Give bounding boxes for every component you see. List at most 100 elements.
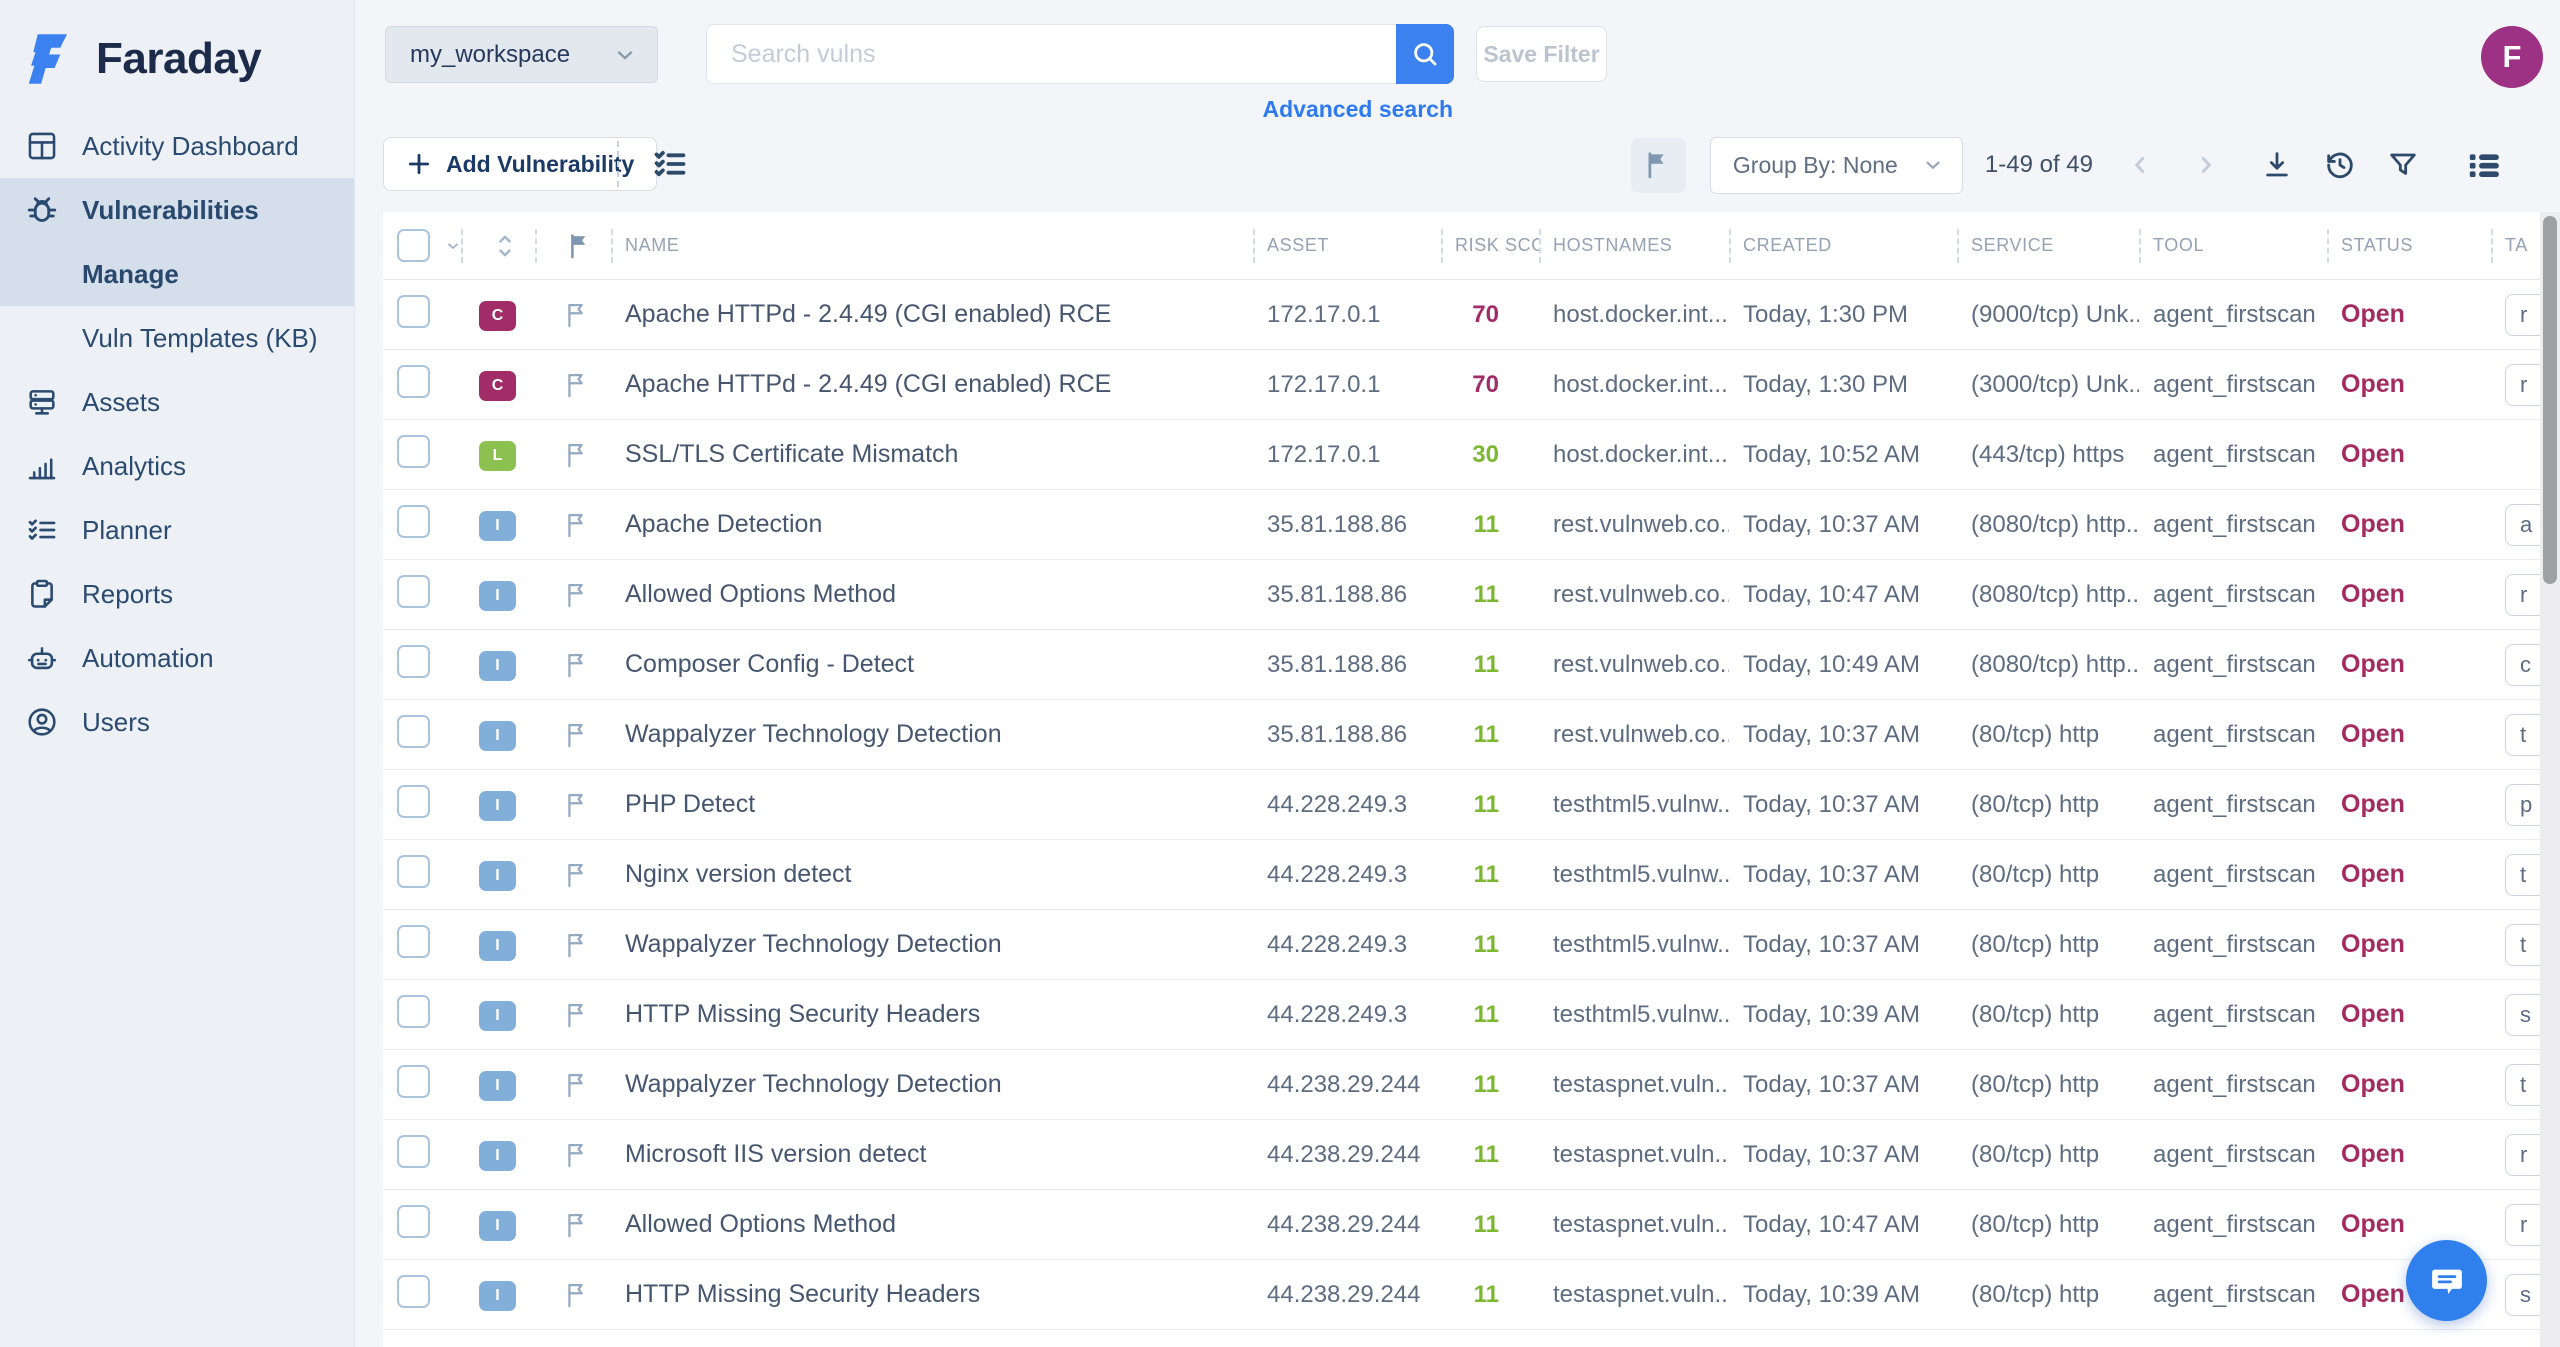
- flag-icon[interactable]: [563, 301, 591, 329]
- flag-icon[interactable]: [563, 721, 591, 749]
- flag-icon[interactable]: [563, 791, 591, 819]
- flag-icon[interactable]: [563, 1141, 591, 1169]
- table-row[interactable]: I Wappalyzer Technology Detection 35.81.…: [383, 700, 2560, 770]
- select-menu-cell[interactable]: [431, 212, 461, 279]
- vuln-name[interactable]: Apache Detection: [611, 510, 1253, 539]
- status-cell[interactable]: Open: [2327, 650, 2491, 679]
- chat-button[interactable]: [2406, 1240, 2487, 1321]
- flag-icon[interactable]: [563, 1071, 591, 1099]
- row-checkbox[interactable]: [397, 505, 430, 538]
- table-row[interactable]: I Allowed Options Method 35.81.188.86 11…: [383, 560, 2560, 630]
- advanced-search-link[interactable]: Advanced search: [706, 96, 1453, 123]
- scrollbar-thumb[interactable]: [2543, 216, 2557, 584]
- prev-page-button[interactable]: [2127, 152, 2153, 178]
- table-row[interactable]: C Apache HTTPd - 2.4.49 (CGI enabled) RC…: [383, 350, 2560, 420]
- column-header-status[interactable]: STATUS: [2327, 212, 2491, 279]
- status-cell[interactable]: Open: [2327, 930, 2491, 959]
- select-all-checkbox[interactable]: [397, 229, 430, 262]
- search-button[interactable]: [1396, 24, 1454, 84]
- row-checkbox[interactable]: [397, 925, 430, 958]
- row-checkbox[interactable]: [397, 1275, 430, 1308]
- table-row[interactable]: I Apache Detection 35.81.188.86 11 rest.…: [383, 490, 2560, 560]
- flag-icon[interactable]: [563, 651, 591, 679]
- sort-column-header[interactable]: [461, 212, 535, 279]
- column-header-tool[interactable]: TOOL: [2139, 212, 2327, 279]
- next-page-button[interactable]: [2193, 152, 2219, 178]
- vuln-name[interactable]: Wappalyzer Technology Detection: [611, 930, 1253, 959]
- flag-icon[interactable]: [563, 1001, 591, 1029]
- vuln-name[interactable]: Nginx version detect: [611, 860, 1253, 889]
- table-row[interactable]: I Wappalyzer Technology Detection 44.238…: [383, 1050, 2560, 1120]
- status-cell[interactable]: Open: [2327, 580, 2491, 609]
- history-button[interactable]: [2323, 148, 2357, 182]
- flag-icon[interactable]: [563, 1281, 591, 1309]
- flag-icon[interactable]: [563, 581, 591, 609]
- status-cell[interactable]: Open: [2327, 510, 2491, 539]
- vuln-name[interactable]: PHP Detect: [611, 790, 1253, 819]
- bulk-edit-checklist-icon[interactable]: [651, 145, 689, 183]
- sidebar-item-activity-dashboard[interactable]: Activity Dashboard: [0, 114, 354, 178]
- table-row[interactable]: I Allowed Options Method 44.238.29.244 1…: [383, 1190, 2560, 1260]
- flag-column-header[interactable]: [535, 212, 611, 279]
- table-row[interactable]: I Microsoft IIS version detect 44.238.29…: [383, 1120, 2560, 1190]
- status-cell[interactable]: Open: [2327, 720, 2491, 749]
- column-header-hostnames[interactable]: HOSTNAMES: [1539, 212, 1729, 279]
- vuln-name[interactable]: Wappalyzer Technology Detection: [611, 1070, 1253, 1099]
- status-cell[interactable]: Open: [2327, 790, 2491, 819]
- group-by-select[interactable]: Group By: None: [1710, 137, 1963, 194]
- vertical-scrollbar[interactable]: [2540, 212, 2560, 1347]
- download-button[interactable]: [2261, 149, 2293, 181]
- sidebar-item-vuln-templates[interactable]: Vuln Templates (KB): [0, 306, 354, 370]
- sidebar-item-assets[interactable]: Assets: [0, 370, 354, 434]
- vuln-name[interactable]: Apache HTTPd - 2.4.49 (CGI enabled) RCE: [611, 370, 1253, 399]
- row-checkbox[interactable]: [397, 295, 430, 328]
- faraday-logo[interactable]: Faraday: [0, 0, 354, 86]
- row-checkbox[interactable]: [397, 995, 430, 1028]
- vuln-name[interactable]: HTTP Missing Security Headers: [611, 1280, 1253, 1309]
- flag-icon[interactable]: [563, 861, 591, 889]
- row-checkbox[interactable]: [397, 715, 430, 748]
- flag-icon[interactable]: [563, 511, 591, 539]
- status-cell[interactable]: Open: [2327, 300, 2491, 329]
- row-checkbox[interactable]: [397, 1205, 430, 1238]
- avatar[interactable]: F: [2481, 26, 2543, 88]
- sidebar-item-analytics[interactable]: Analytics: [0, 434, 354, 498]
- status-cell[interactable]: Open: [2327, 370, 2491, 399]
- table-row[interactable]: I Composer Config - Detect 35.81.188.86 …: [383, 630, 2560, 700]
- column-header-asset[interactable]: ASSET: [1253, 212, 1441, 279]
- row-checkbox[interactable]: [397, 785, 430, 818]
- vuln-name[interactable]: Composer Config - Detect: [611, 650, 1253, 679]
- filter-button[interactable]: [2387, 149, 2419, 181]
- sidebar-item-planner[interactable]: Planner: [0, 498, 354, 562]
- row-checkbox[interactable]: [397, 365, 430, 398]
- row-checkbox[interactable]: [397, 1135, 430, 1168]
- vuln-name[interactable]: Allowed Options Method: [611, 1210, 1253, 1239]
- flag-filter-button[interactable]: [1631, 138, 1686, 193]
- row-checkbox[interactable]: [397, 855, 430, 888]
- table-row[interactable]: I Nginx version detect 44.228.249.3 11 t…: [383, 840, 2560, 910]
- table-row[interactable]: C Apache HTTPd - 2.4.49 (CGI enabled) RC…: [383, 280, 2560, 350]
- column-header-name[interactable]: NAME: [611, 212, 1253, 279]
- flag-icon[interactable]: [563, 371, 591, 399]
- table-row[interactable]: I PHP Detect 44.228.249.3 11 testhtml5.v…: [383, 770, 2560, 840]
- search-input[interactable]: [706, 24, 1396, 84]
- save-filter-button[interactable]: Save Filter: [1476, 26, 1607, 82]
- column-header-risk[interactable]: RISK SCORE: [1441, 212, 1539, 279]
- status-cell[interactable]: Open: [2327, 1210, 2491, 1239]
- row-checkbox[interactable]: [397, 1065, 430, 1098]
- vuln-name[interactable]: Wappalyzer Technology Detection: [611, 720, 1253, 749]
- column-header-created[interactable]: CREATED: [1729, 212, 1957, 279]
- row-checkbox[interactable]: [397, 575, 430, 608]
- flag-icon[interactable]: [563, 931, 591, 959]
- vuln-name[interactable]: SSL/TLS Certificate Mismatch: [611, 440, 1253, 469]
- flag-icon[interactable]: [563, 1211, 591, 1239]
- vuln-name[interactable]: HTTP Missing Security Headers: [611, 1000, 1253, 1029]
- table-row[interactable]: I Wappalyzer Technology Detection 44.228…: [383, 910, 2560, 980]
- vuln-name[interactable]: Apache HTTPd - 2.4.49 (CGI enabled) RCE: [611, 300, 1253, 329]
- flag-icon[interactable]: [563, 441, 591, 469]
- status-cell[interactable]: Open: [2327, 860, 2491, 889]
- table-row[interactable]: I HTTP Missing Security Headers 44.228.2…: [383, 980, 2560, 1050]
- status-cell[interactable]: Open: [2327, 1000, 2491, 1029]
- table-row[interactable]: I HTTP Missing Security Headers 44.238.2…: [383, 1260, 2560, 1330]
- sidebar-item-users[interactable]: Users: [0, 690, 354, 754]
